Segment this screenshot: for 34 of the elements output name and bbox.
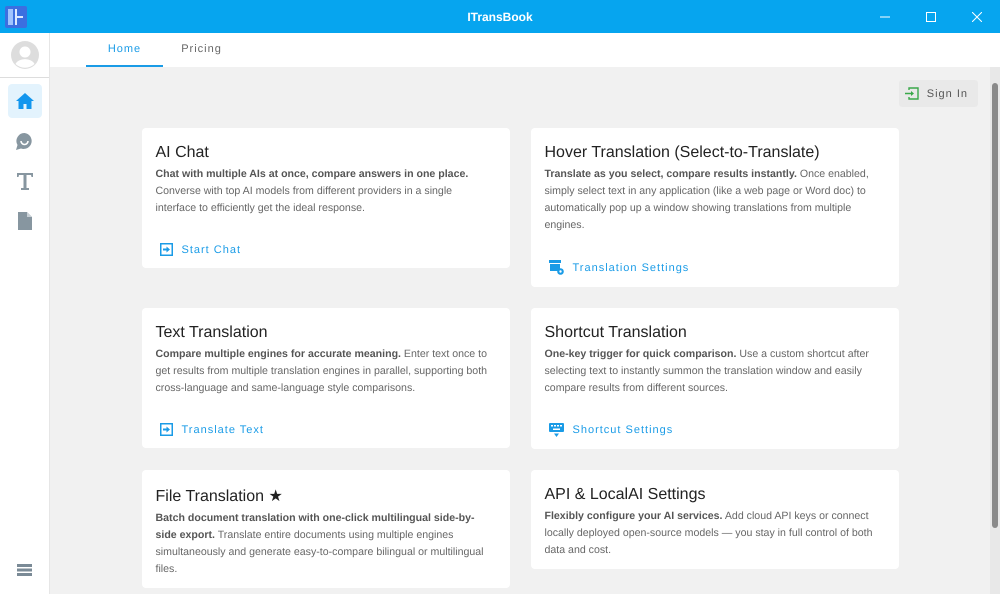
- card-description: Flexibly configure your AI services. Add cloud API keys or connect locally deployed open-source models — you stay in full control of both data and cost.: [544, 509, 874, 558]
- maximize-icon: [926, 12, 936, 22]
- card-description: One-key trigger for quick comparison. Use a custom shortcut after selecting text to instantly summon the translation window and easily compare results from different sources.: [544, 347, 870, 396]
- sign-in-icon: [904, 87, 919, 100]
- card-description: Compare multiple engines for accurate meaning. Enter text once to get results from multiple translation engines in parallel, supporting both cross-language and same-language style comparisons.: [156, 347, 488, 396]
- close-icon: [972, 12, 982, 22]
- card-title: Text Translation: [156, 324, 269, 342]
- sidebar-item[interactable]: [8, 84, 42, 118]
- document-icon: [18, 212, 32, 230]
- sign-in-button[interactable]: Sign In: [898, 80, 978, 107]
- card-description: Batch document translation with one-click multilingual side-by-side export. Translate entire documents using multiple engines simultaneously and generate easy-to-compare bilingual or multilingual files.: [156, 511, 484, 577]
- home-icon: [16, 93, 34, 109]
- enter-icon: [160, 243, 172, 256]
- card-action-link[interactable]: Shortcut Settings: [544, 421, 678, 439]
- scrollbar[interactable]: [990, 67, 1000, 594]
- text-t-icon: [16, 172, 32, 190]
- card-title: File Translation ★: [156, 487, 284, 506]
- tab[interactable]: Pricing: [163, 33, 240, 67]
- card-action-link[interactable]: Start Chat: [156, 241, 246, 258]
- list-icon[interactable]: [17, 564, 32, 576]
- card-title: Shortcut Translation: [544, 324, 688, 342]
- card-title: AI Chat: [156, 144, 210, 162]
- card-title: API & LocalAI Settings: [544, 486, 706, 504]
- card-action-link[interactable]: Translate Text: [156, 421, 268, 438]
- keyboard-icon: [548, 423, 564, 437]
- chat-bubble-icon: [16, 132, 33, 150]
- card-action-link[interactable]: Translation Settings: [544, 258, 694, 277]
- app-logo: [5, 6, 27, 28]
- card-description: Translate as you select, compare results instantly. Once enabled, simply select text in any application (like a web page or Word doc) to automatically pop up a window showing translations from multiple engines.: [544, 167, 870, 233]
- card-title: Hover Translation (Select-to-Translate): [544, 144, 821, 162]
- list-gear-icon: [548, 260, 564, 275]
- enter-icon: [160, 423, 172, 436]
- card-description: Chat with multiple AIs at once, compare answers in one place. Converse with top AI models from different providers in a single interface to efficiently get the ideal response.: [156, 167, 470, 216]
- window-title: ITransBook: [467, 10, 533, 24]
